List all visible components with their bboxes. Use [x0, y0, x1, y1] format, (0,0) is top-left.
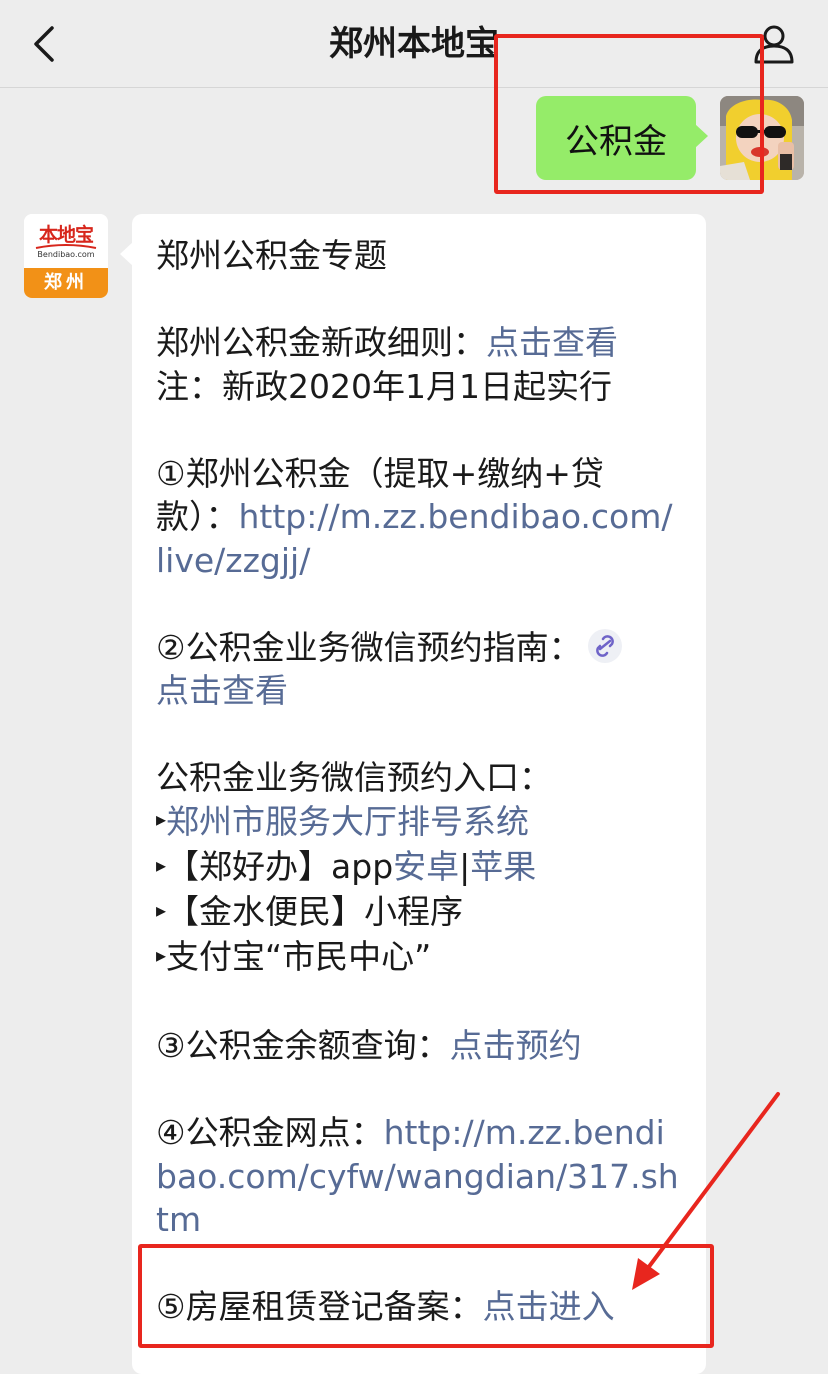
entry2-android-link[interactable]: 安卓 [393, 847, 459, 886]
logo-text: 本地宝 [38, 224, 94, 246]
policy-line: 郑州公积金新政细则：点击查看 [156, 323, 618, 362]
entry1-link[interactable]: 郑州市服务大厅排号系统 [166, 802, 529, 841]
policy-note: 注：新政2020年1月1日起实行 [156, 366, 612, 406]
item2-link[interactable]: 点击查看 [156, 671, 288, 710]
policy-link[interactable]: 点击查看 [486, 323, 618, 362]
bullet-triangle-icon: ▸ [156, 807, 167, 832]
item3-link[interactable]: 点击预约 [450, 1026, 582, 1065]
highlight-box-rental-item [138, 1244, 714, 1348]
entry4-line: ▸支付宝“市民中心” [156, 937, 432, 977]
bullet-triangle-icon: ▸ [156, 897, 167, 922]
logo-url: Bendibao.com [37, 250, 95, 259]
item4-line: ④公积金网点：http://m.zz.bendibao.com/cyfw/wan… [156, 1113, 679, 1239]
message-title: 郑州公积金专题 [156, 236, 387, 275]
link-icon[interactable] [587, 629, 622, 663]
item3-line: ③公积金余额查询：点击预约 [156, 1026, 582, 1065]
chevron-left-icon[interactable] [26, 24, 66, 64]
bot-message-bubble: 郑州公积金专题 郑州公积金新政细则：点击查看 注：新政2020年1月1日起实行 … [120, 214, 706, 1374]
logo-city: 郑州 [24, 268, 108, 298]
highlight-box-user-message [494, 34, 764, 194]
entry-title: 公积金业务微信预约入口： [156, 758, 552, 797]
bot-avatar[interactable]: 本地宝 Bendibao.com 郑州 [24, 214, 108, 298]
entry2-ios-link[interactable]: 苹果 [470, 847, 536, 886]
item2-line: ②公积金业务微信预约指南： 点击查看 [156, 626, 680, 713]
entry3-line: ▸【金水便民】小程序 [156, 892, 464, 931]
bullet-triangle-icon: ▸ [156, 943, 167, 967]
entry2-line: ▸【郑好办】app安卓|苹果 [156, 846, 537, 886]
bullet-triangle-icon: ▸ [156, 852, 167, 877]
item1-line: ①郑州公积金（提取+缴纳+贷款）：http://m.zz.bendibao.co… [156, 453, 673, 580]
entry1-line: ▸郑州市服务大厅排号系统 [156, 800, 680, 845]
